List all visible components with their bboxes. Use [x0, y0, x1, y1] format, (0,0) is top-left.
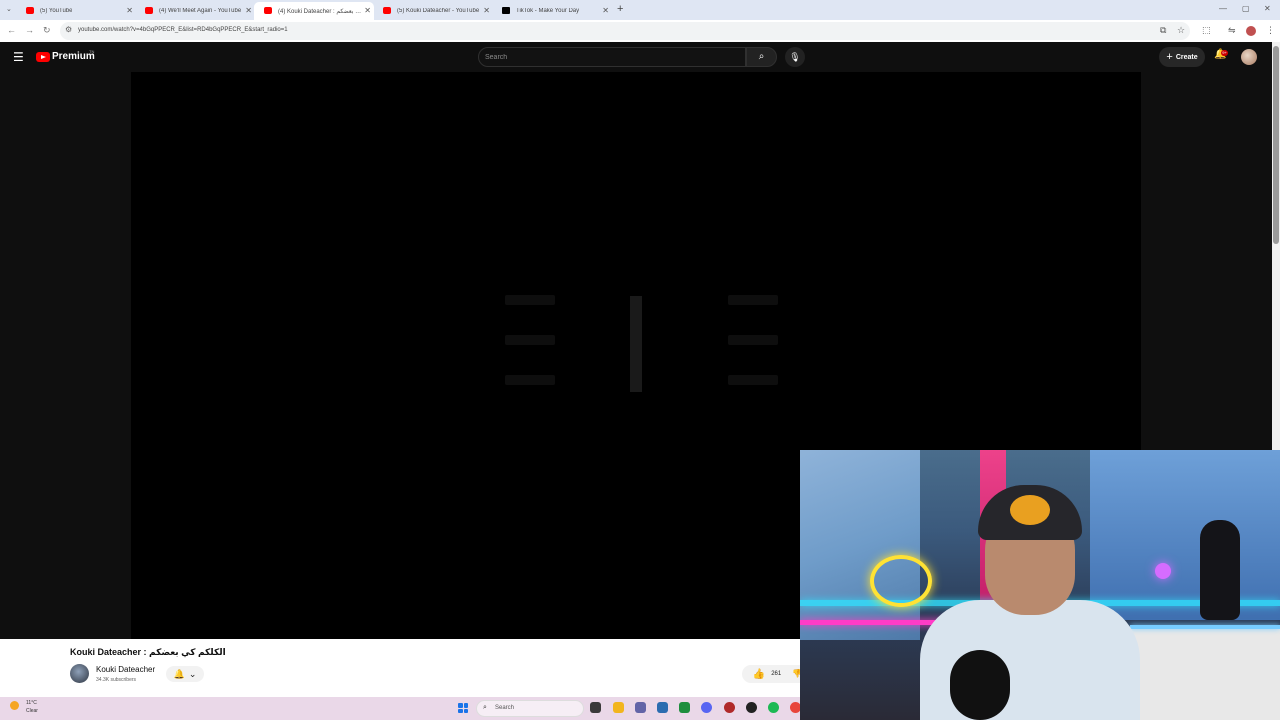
subscription-notify-button[interactable]: 🔔 ⌄ [166, 666, 204, 682]
bell-icon: 🔔 [173, 668, 185, 679]
browser-tab-strip: ⌄ (5) YouTube ✕ (4) We'll Meet Again - Y… [0, 0, 1280, 20]
settings-icon[interactable] [657, 702, 668, 713]
minimize-icon[interactable]: — [1219, 4, 1227, 13]
reload-icon[interactable]: ↻ [43, 25, 51, 36]
webcam-smiley-neon [870, 555, 932, 607]
weather-temperature[interactable]: 11°C [26, 700, 37, 706]
browser-tab[interactable]: TikTok - Make Your Day ✕ [492, 2, 612, 20]
browser-tab-label: (4) We'll Meet Again - YouTube [159, 8, 242, 14]
youtube-icon [26, 7, 34, 14]
webcam-microphone [950, 650, 1010, 720]
app-icon[interactable] [724, 702, 735, 713]
search-icon: ⌕ [758, 51, 765, 62]
close-icon[interactable]: ✕ [483, 6, 490, 15]
excel-icon[interactable] [679, 702, 690, 713]
folder-icon[interactable] [613, 702, 624, 713]
search-input[interactable] [485, 51, 735, 63]
create-label: Create [1175, 53, 1198, 61]
webcam-bear-figure [1200, 520, 1240, 620]
scrollbar-thumb[interactable] [1273, 46, 1279, 244]
discord-icon[interactable] [701, 702, 712, 713]
plus-icon: + [1166, 51, 1173, 63]
close-icon[interactable]: ✕ [245, 6, 252, 15]
browser-toolbar: ← → ↻ ⚙ youtube.com/watch?v=4bGqPPECR_E&… [0, 20, 1280, 42]
account-avatar[interactable] [1241, 49, 1257, 65]
notification-badge: 9+ [1221, 50, 1228, 56]
windows-start-icon[interactable] [458, 703, 468, 713]
webcam-overlay [800, 450, 1280, 720]
webcam-shelf [1130, 625, 1280, 720]
new-tab-button[interactable]: + [617, 3, 623, 15]
browser-tab[interactable]: (5) YouTube ✕ [16, 2, 136, 20]
browser-tab-label: (4) Kouki Dateacher : الكلكم كي بعضكم [278, 8, 362, 15]
obs-icon[interactable] [746, 702, 757, 713]
back-icon[interactable]: ← [7, 25, 16, 35]
video-title: Kouki Dateacher : الكلكم كي بعضكم [70, 647, 226, 657]
tiktok-icon [502, 7, 510, 14]
install-app-icon[interactable]: ⧉ [1160, 25, 1166, 36]
chevron-down-icon: ⌄ [188, 668, 197, 679]
teams-icon[interactable] [635, 702, 646, 713]
browser-tab-label: TikTok - Make Your Day [516, 8, 580, 14]
maximize-icon[interactable]: ▢ [1242, 4, 1250, 13]
video-frame-text-right [728, 295, 778, 395]
taskbar-search[interactable]: ⌕ Search [476, 700, 584, 717]
weather-moon-icon[interactable] [10, 701, 19, 710]
address-bar[interactable]: ⚙ youtube.com/watch?v=4bGqPPECR_E&list=R… [60, 22, 1190, 40]
browser-tab-label: (5) YouTube [40, 8, 73, 14]
url-text: youtube.com/watch?v=4bGqPPECR_E&list=RD4… [78, 27, 288, 33]
search-button[interactable]: ⌕ [746, 47, 777, 67]
browser-tab-active[interactable]: (4) Kouki Dateacher : الكلكم كي بعضكم ✕ [254, 2, 374, 20]
close-icon[interactable]: ✕ [602, 6, 609, 15]
youtube-header: ☰ Premium TN ⌕ 🎙 + Create 🔔 9+ [0, 42, 1280, 72]
like-button[interactable]: 👍 261 [742, 665, 792, 683]
video-frame-bar [630, 296, 642, 392]
search-icon: ⌕ [483, 704, 487, 711]
channel-avatar[interactable] [70, 664, 89, 683]
browser-tab-label: (5) Kouki Dateacher - YouTube [397, 8, 480, 14]
screen: ⌄ (5) YouTube ✕ (4) We'll Meet Again - Y… [0, 0, 1280, 720]
file-explorer-icon[interactable] [590, 702, 601, 713]
close-icon[interactable]: ✕ [364, 6, 371, 15]
webcam-purple-lamp [1155, 563, 1171, 579]
youtube-icon [264, 7, 272, 14]
webcam-wall-bg [1090, 450, 1280, 620]
search-box [478, 47, 746, 67]
webcam-window-bg [800, 450, 920, 640]
youtube-icon [145, 7, 153, 14]
window-close-icon[interactable]: ✕ [1264, 4, 1271, 13]
tab-search-icon[interactable]: ⌄ [6, 5, 12, 13]
browser-menu-icon[interactable]: ⋮ [1266, 25, 1275, 36]
site-info-icon[interactable]: ⚙ [65, 25, 72, 34]
video-frame-text-left [505, 295, 555, 395]
menu-icon[interactable]: ☰ [13, 50, 24, 64]
youtube-logo-icon[interactable] [36, 52, 50, 62]
country-code: TN [89, 49, 95, 54]
taskbar-search-label: Search [495, 705, 515, 711]
webcam-cap-badge [1010, 495, 1050, 525]
create-button[interactable]: + Create [1159, 47, 1205, 67]
bookmark-star-icon[interactable]: ☆ [1177, 25, 1185, 36]
extension-pin-icon[interactable]: ⇋ [1228, 25, 1236, 36]
youtube-icon [383, 7, 391, 14]
microphone-icon: 🎙 [789, 52, 801, 62]
weather-condition[interactable]: Clear [26, 708, 38, 714]
thumbs-up-icon: 👍 [752, 668, 766, 680]
spotify-icon[interactable] [768, 702, 779, 713]
close-icon[interactable]: ✕ [126, 6, 133, 15]
browser-profile-avatar[interactable] [1246, 26, 1256, 36]
browser-tab[interactable]: (4) We'll Meet Again - YouTube ✕ [135, 2, 255, 20]
channel-name[interactable]: Kouki Dateacher [96, 665, 155, 674]
voice-search-button[interactable]: 🎙 [785, 47, 805, 67]
subscriber-count: 34.3K subscribers [96, 677, 137, 683]
extensions-icon[interactable]: ⬚ [1202, 25, 1211, 36]
like-count: 261 [771, 671, 782, 677]
browser-tab[interactable]: (5) Kouki Dateacher - YouTube ✕ [373, 2, 493, 20]
forward-icon[interactable]: → [25, 25, 34, 35]
